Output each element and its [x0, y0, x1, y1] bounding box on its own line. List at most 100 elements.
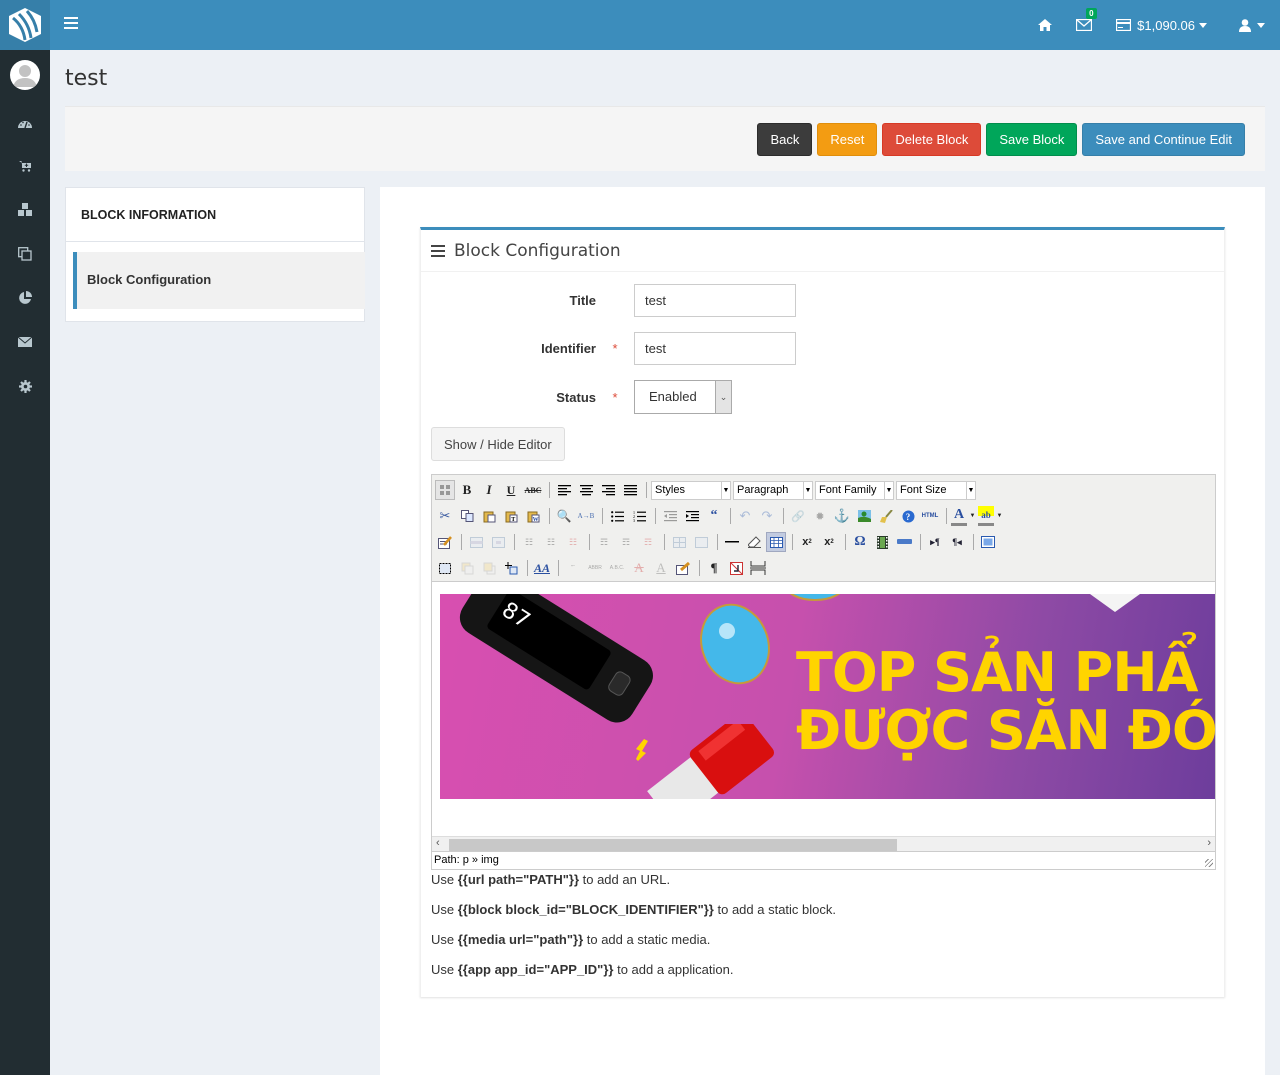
resize-handle-icon[interactable]: [1205, 859, 1213, 867]
delete-block-button[interactable]: Delete Block: [882, 123, 982, 156]
identifier-input[interactable]: [634, 332, 796, 365]
unlink-icon[interactable]: ✹: [810, 506, 830, 526]
store-logo[interactable]: [0, 0, 50, 50]
delete-col-icon[interactable]: ☶: [638, 532, 658, 552]
background-color-dropdown-icon[interactable]: ▼: [996, 506, 1003, 526]
image-icon[interactable]: [854, 506, 874, 526]
cleanup-icon[interactable]: [876, 506, 896, 526]
move-forward-icon[interactable]: [457, 558, 477, 578]
font-family-select[interactable]: Font Family ▼: [815, 480, 894, 500]
sidebar-item-catalog[interactable]: [15, 200, 35, 220]
home-link[interactable]: [1026, 0, 1064, 50]
title-input[interactable]: [634, 284, 796, 317]
align-center-icon[interactable]: [576, 480, 596, 500]
sidebar-item-sales[interactable]: [15, 156, 35, 176]
banner-image[interactable]: 87 TOP SẢN PHẨ ĐƯỢC SĂN ĐÓ: [440, 594, 1215, 799]
styleprops-icon[interactable]: AA: [532, 558, 552, 578]
status-select[interactable]: Enabled ⌄: [634, 380, 732, 414]
underline-icon[interactable]: U: [501, 480, 521, 500]
special-char-icon[interactable]: Ω: [850, 532, 870, 552]
copy-icon[interactable]: [457, 506, 477, 526]
text-color-dropdown-icon[interactable]: ▼: [969, 506, 976, 526]
insert-row-before-icon[interactable]: ☷: [519, 532, 539, 552]
horizontal-line-icon[interactable]: [894, 532, 914, 552]
visual-aid-icon[interactable]: [766, 532, 786, 552]
italic-icon[interactable]: I: [479, 480, 499, 500]
editor-content-area[interactable]: 87 TOP SẢN PHẨ ĐƯỢC SĂN ĐÓ: [432, 581, 1215, 836]
background-color-icon[interactable]: ab: [978, 506, 994, 526]
move-backward-icon[interactable]: [479, 558, 499, 578]
edit-css-icon[interactable]: [435, 532, 455, 552]
replace-icon[interactable]: A→B: [576, 506, 596, 526]
scrollbar-thumb[interactable]: [449, 839, 897, 851]
toggle-toolbar-icon[interactable]: [435, 480, 455, 500]
show-blocks-icon[interactable]: ¶: [704, 558, 724, 578]
sidebar-item-cms[interactable]: [15, 244, 35, 264]
abbr-icon[interactable]: ABBR: [585, 558, 605, 578]
delete-text-icon[interactable]: A: [629, 558, 649, 578]
media-icon[interactable]: [872, 532, 892, 552]
messages-link[interactable]: 0: [1064, 0, 1104, 50]
scroll-left-icon[interactable]: ‹: [436, 837, 440, 849]
insert-col-after-icon[interactable]: ☶: [616, 532, 636, 552]
text-color-icon[interactable]: A: [951, 506, 967, 526]
paste-word-icon[interactable]: W: [523, 506, 543, 526]
back-button[interactable]: Back: [757, 123, 813, 156]
fullscreen-icon[interactable]: [978, 532, 998, 552]
align-justify-icon[interactable]: [620, 480, 640, 500]
delete-row-icon[interactable]: ☷: [563, 532, 583, 552]
numbered-list-icon[interactable]: 123: [629, 506, 649, 526]
show-hide-editor-button[interactable]: Show / Hide Editor: [431, 427, 565, 461]
user-menu[interactable]: [1219, 0, 1280, 50]
page-break-icon[interactable]: [748, 558, 768, 578]
link-icon[interactable]: 🔗: [788, 506, 808, 526]
find-icon[interactable]: 🔍: [554, 506, 574, 526]
scroll-right-icon[interactable]: ›: [1207, 837, 1211, 849]
redo-icon[interactable]: ↷: [757, 506, 777, 526]
ltr-icon[interactable]: ▸¶: [925, 532, 945, 552]
rtl-icon[interactable]: ¶◂: [947, 532, 967, 552]
subscript-icon[interactable]: x2: [797, 532, 817, 552]
split-cells-icon[interactable]: [669, 532, 689, 552]
undo-icon[interactable]: ↶: [735, 506, 755, 526]
insert-layer-icon[interactable]: [435, 558, 455, 578]
nonbreaking-icon[interactable]: [726, 558, 746, 578]
balance-dropdown[interactable]: $1,090.06: [1104, 0, 1219, 50]
blockquote-icon[interactable]: “: [704, 506, 724, 526]
sidebar-item-messages[interactable]: [15, 332, 35, 352]
horizontal-rule-icon[interactable]: [722, 532, 742, 552]
sidebar-item-settings[interactable]: [15, 376, 35, 396]
save-block-button[interactable]: Save Block: [986, 123, 1078, 156]
element-path[interactable]: Path: p » img: [434, 854, 499, 866]
insert-text-icon[interactable]: A: [651, 558, 671, 578]
superscript-icon[interactable]: x2: [819, 532, 839, 552]
html-source-icon[interactable]: HTML: [920, 506, 940, 526]
reset-button[interactable]: Reset: [817, 123, 878, 156]
sidebar-item-reports[interactable]: [15, 288, 35, 308]
row-props-icon[interactable]: [466, 532, 486, 552]
font-size-select[interactable]: Font Size ▼: [896, 480, 976, 500]
paste-icon[interactable]: [479, 506, 499, 526]
merge-cells-icon[interactable]: [691, 532, 711, 552]
anchor-icon[interactable]: ⚓: [832, 506, 852, 526]
sidebar-item-dashboard[interactable]: [15, 113, 35, 133]
styles-select[interactable]: Styles ▼: [651, 480, 731, 500]
insert-row-after-icon[interactable]: ☷: [541, 532, 561, 552]
paragraph-format-select[interactable]: Paragraph ▼: [733, 480, 813, 500]
attributes-icon[interactable]: [673, 558, 693, 578]
editor-horizontal-scrollbar[interactable]: ‹ ›: [432, 836, 1215, 851]
user-avatar[interactable]: [10, 60, 40, 90]
tab-block-configuration[interactable]: Block Configuration: [73, 252, 365, 309]
indent-icon[interactable]: [682, 506, 702, 526]
acronym-icon[interactable]: A.B.C.: [607, 558, 627, 578]
strikethrough-icon[interactable]: ABC: [523, 480, 543, 500]
save-continue-edit-button[interactable]: Save and Continue Edit: [1082, 123, 1245, 156]
align-left-icon[interactable]: [554, 480, 574, 500]
remove-format-icon[interactable]: [744, 532, 764, 552]
cell-props-icon[interactable]: [488, 532, 508, 552]
bold-icon[interactable]: B: [457, 480, 477, 500]
bullet-list-icon[interactable]: [607, 506, 627, 526]
absolute-position-icon[interactable]: [501, 558, 521, 578]
paste-text-icon[interactable]: T: [501, 506, 521, 526]
cut-icon[interactable]: ✂: [435, 506, 455, 526]
